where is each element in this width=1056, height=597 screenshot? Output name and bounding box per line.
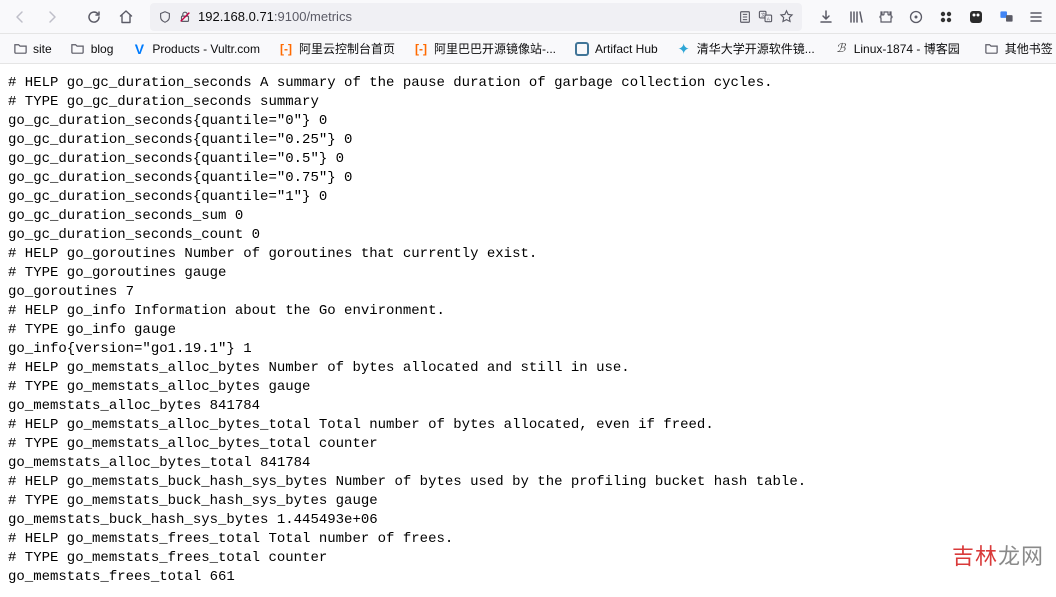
downloads-icon[interactable] xyxy=(812,3,840,31)
bookmark-label: 阿里云控制台首页 xyxy=(299,40,395,57)
extensions-icon[interactable] xyxy=(872,3,900,31)
vultr-icon: V xyxy=(131,41,147,57)
forward-button[interactable] xyxy=(38,3,66,31)
artifact-icon xyxy=(574,41,590,57)
url-text: 192.168.0.71:9100/metrics xyxy=(198,9,732,24)
bookmark-vultr[interactable]: V Products - Vultr.com xyxy=(125,38,266,60)
bookmark-label: 阿里巴巴开源镜像站-... xyxy=(434,40,556,57)
reader-mode-icon[interactable] xyxy=(738,10,752,24)
home-button[interactable] xyxy=(112,3,140,31)
menu-icon[interactable] xyxy=(1022,3,1050,31)
ext1-icon[interactable] xyxy=(902,3,930,31)
aliyun-icon: [-] xyxy=(413,41,429,57)
browser-toolbar: 192.168.0.71:9100/metrics 文A xyxy=(0,0,1056,34)
watermark: 吉林龙网 xyxy=(952,539,1044,571)
bookmark-other[interactable]: 其他书签 xyxy=(978,37,1056,60)
back-button[interactable] xyxy=(6,3,34,31)
folder-icon xyxy=(12,41,28,57)
bookmark-aliyun-console[interactable]: [-] 阿里云控制台首页 xyxy=(272,37,401,60)
svg-text:文: 文 xyxy=(761,12,766,19)
bookmark-label: Products - Vultr.com xyxy=(152,42,260,56)
toolbar-right xyxy=(812,3,1050,31)
bookmark-label: site xyxy=(33,42,52,56)
translate-icon[interactable]: 文A xyxy=(758,9,773,24)
bookmark-label: Linux-1874 - 博客园 xyxy=(854,40,960,57)
bookmark-star-icon[interactable] xyxy=(779,9,794,24)
bookmark-linux[interactable]: ℬ Linux-1874 - 博客园 xyxy=(827,37,966,60)
ext2-icon[interactable] xyxy=(932,3,960,31)
metrics-output: # HELP go_gc_duration_seconds A summary … xyxy=(0,64,1056,597)
bookmark-label: 清华大学开源软件镜... xyxy=(697,40,815,57)
address-bar[interactable]: 192.168.0.71:9100/metrics 文A xyxy=(150,3,802,31)
tsinghua-icon: ✦ xyxy=(676,41,692,57)
cnblogs-icon: ℬ xyxy=(833,41,849,57)
aliyun-icon: [-] xyxy=(278,41,294,57)
bookmark-blog[interactable]: blog xyxy=(64,38,120,60)
bookmark-artifact[interactable]: Artifact Hub xyxy=(568,38,664,60)
bookmark-label: Artifact Hub xyxy=(595,42,658,56)
reload-button[interactable] xyxy=(80,3,108,31)
folder-icon xyxy=(984,41,1000,57)
bookmark-label: 其他书签 xyxy=(1005,40,1053,57)
insecure-icon xyxy=(178,10,192,24)
bookmark-tsinghua[interactable]: ✦ 清华大学开源软件镜... xyxy=(670,37,821,60)
library-icon[interactable] xyxy=(842,3,870,31)
shield-icon xyxy=(158,10,172,24)
bookmark-bar: site blog V Products - Vultr.com [-] 阿里云… xyxy=(0,34,1056,64)
bookmark-aliyun-mirror[interactable]: [-] 阿里巴巴开源镜像站-... xyxy=(407,37,562,60)
bookmark-label: blog xyxy=(91,42,114,56)
ext4-icon[interactable] xyxy=(992,3,1020,31)
ext3-icon[interactable] xyxy=(962,3,990,31)
bookmark-site[interactable]: site xyxy=(6,38,58,60)
folder-icon xyxy=(70,41,86,57)
